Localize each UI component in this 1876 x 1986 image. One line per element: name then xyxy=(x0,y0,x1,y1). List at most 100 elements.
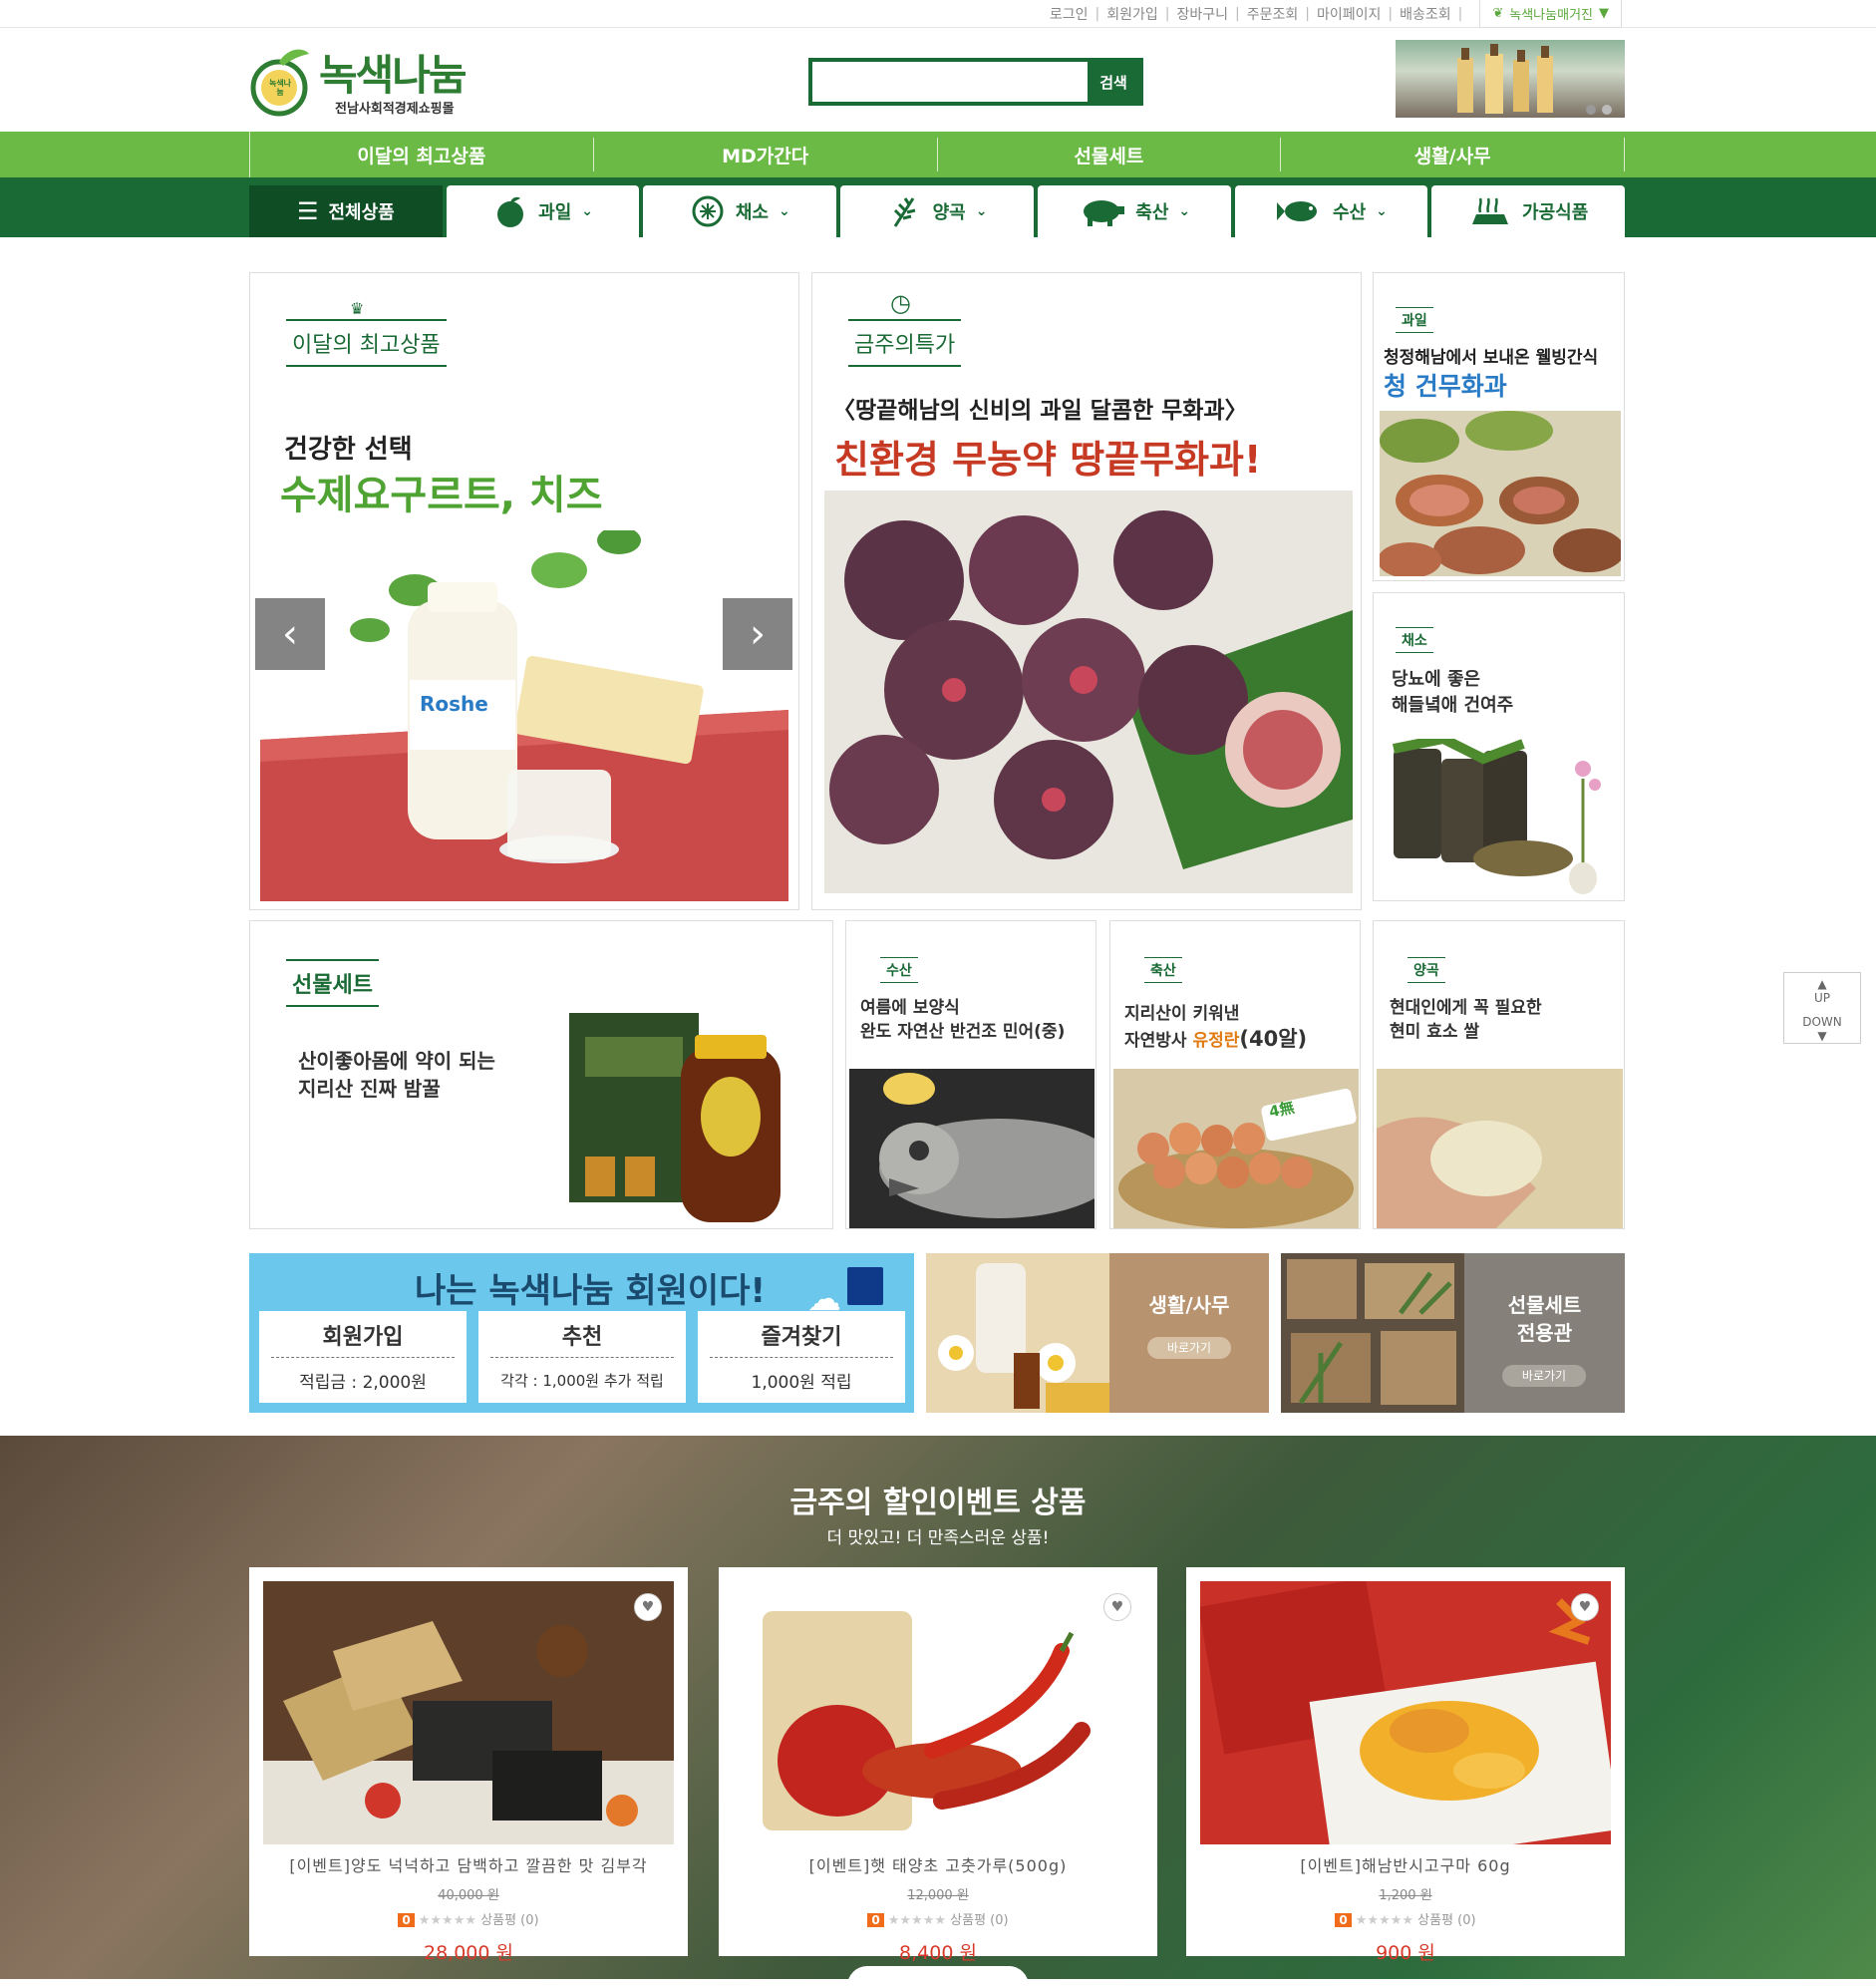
gift-shop-banner[interactable]: 선물세트 전용관 바로가기 xyxy=(1281,1253,1625,1413)
magazine-dropdown[interactable]: ❦ 녹색나눔매거진 ▼ xyxy=(1479,0,1622,28)
promo-line2: 친환경 무농약 땅끝무화과! xyxy=(834,438,1262,482)
original-price: 1,200 원 xyxy=(1379,1888,1432,1903)
nav-md-goes[interactable]: MD가간다 xyxy=(594,138,938,171)
promo-line2-prefix: 자연방사 xyxy=(1124,1031,1193,1051)
header-promo-banner[interactable] xyxy=(1396,40,1625,118)
review-row: 0 ★★★★★ 상품평 (0) xyxy=(733,1909,1143,1928)
product-image-sweet-potato: ♥ xyxy=(1200,1581,1611,1844)
go-button[interactable]: 바로가기 xyxy=(1147,1337,1231,1359)
member-benefit-banner[interactable]: 나는 녹색나눔 회원이다! ☁ 회원가입 적립금 : 2,000원 추천 각각 … xyxy=(249,1253,914,1413)
living-office-banner[interactable]: 생활/사무 바로가기 xyxy=(926,1253,1269,1413)
login-link[interactable]: 로그인 xyxy=(1050,4,1089,24)
tab-grain[interactable]: 양곡 ⌄ xyxy=(840,185,1034,237)
go-button[interactable]: 바로가기 xyxy=(1502,1365,1586,1387)
tab-fruit[interactable]: 과일 ⌄ xyxy=(446,185,640,237)
category-tag: 수산 xyxy=(880,957,918,983)
product-image-seaweed-bugak: ♥ xyxy=(263,1581,674,1844)
benefit-desc: 1,000원 적립 xyxy=(751,1373,852,1393)
rating-zero-badge: 0 xyxy=(398,1913,415,1927)
prev-slide-button[interactable]: ‹ xyxy=(255,598,325,670)
tab-seafood[interactable]: 수산 ⌄ xyxy=(1234,185,1428,237)
promo-line1: 청정해남에서 보내온 웰빙간식 xyxy=(1384,348,1599,368)
tab-processed-food[interactable]: 가공식품 xyxy=(1431,185,1626,237)
heart-icon[interactable]: ♥ xyxy=(1103,1593,1131,1621)
croaker-fish-card[interactable]: 수산 여름에 보양식 완도 자연산 반건조 민어(중) xyxy=(845,920,1096,1229)
order-lookup-link[interactable]: 주문조회 xyxy=(1247,4,1299,24)
bitter-melon-card[interactable]: 채소 당뇨에 좋은 해들녘애 건여주 xyxy=(1373,592,1625,901)
bookmark-benefit-box[interactable]: 즐겨찾기 1,000원 적립 xyxy=(698,1311,905,1403)
dried-fig-card[interactable]: 과일 청정해남에서 보내온 웰빙간식 청 건무화과 xyxy=(1373,272,1625,581)
menu-icon: ☰ xyxy=(296,197,319,225)
heart-icon[interactable]: ♥ xyxy=(1571,1593,1599,1621)
signup-benefit-box[interactable]: 회원가입 적립금 : 2,000원 xyxy=(259,1311,467,1403)
section-title: 금주의특가 xyxy=(848,319,962,367)
product-name[interactable]: [이벤트]해남반시고구마 60g xyxy=(1200,1852,1611,1876)
brown-rice-card[interactable]: 양곡 현대인에게 꼭 필요한 현미 효소 쌀 xyxy=(1373,920,1625,1229)
fish-icon xyxy=(1277,201,1318,221)
site-logo[interactable]: 녹색나눔 녹색나눔 전남사회적경제쇼핑몰 xyxy=(249,40,488,120)
next-slide-button[interactable]: › xyxy=(723,598,792,670)
promo-line2: 자연방사 유정란(40알) xyxy=(1124,1023,1307,1053)
nav-best-of-month[interactable]: 이달의 최고상품 xyxy=(250,138,594,171)
signup-link[interactable]: 회원가입 xyxy=(1106,4,1158,24)
sale-price: 900 원 xyxy=(1376,1942,1435,1964)
best-of-month-card[interactable]: ♛ 이달의 최고상품 건강한 선택 수제요구르트, 치즈 Roshe ‹ › xyxy=(249,272,799,910)
caret-up-icon[interactable]: ▲ xyxy=(1784,977,1860,991)
site-header: 녹색나눔 녹색나눔 전남사회적경제쇼핑몰 검색 xyxy=(0,28,1876,132)
chevron-down-icon: ⌄ xyxy=(1178,203,1191,219)
fig-image xyxy=(824,491,1353,893)
eggs-card[interactable]: 축산 지리산이 키워낸 자연방사 유정란(40알) 4無 xyxy=(1109,920,1361,1229)
chevron-down-icon: ⌄ xyxy=(1376,203,1388,219)
mypage-link[interactable]: 마이페이지 xyxy=(1317,4,1381,24)
promo-line2: 청 건무화과 xyxy=(1384,372,1507,401)
down-button[interactable]: DOWN xyxy=(1784,1015,1860,1029)
bitter-melon-image xyxy=(1384,739,1623,898)
bottle-label: Roshe xyxy=(420,692,488,716)
chevron-down-icon: ⌄ xyxy=(975,203,988,219)
product-card[interactable]: ♥ [이벤트]해남반시고구마 60g 1,200 원 0 ★★★★★ 상품평 (0… xyxy=(1186,1567,1625,1964)
tab-label: 축산 xyxy=(1135,202,1169,223)
review-count: 상품평 (0) xyxy=(950,1913,1009,1928)
tab-label: 수산 xyxy=(1333,202,1367,223)
nav-living-office[interactable]: 생활/사무 xyxy=(1281,138,1625,171)
product-name[interactable]: [이벤트]양도 넉넉하고 담백하고 깔끔한 맛 김부각 xyxy=(263,1852,674,1876)
review-row: 0 ★★★★★ 상품평 (0) xyxy=(263,1909,674,1928)
benefit-title: 추천 xyxy=(490,1319,674,1358)
more-button[interactable] xyxy=(847,1966,1029,1986)
product-name[interactable]: [이벤트]햇 태양초 고춧가루(500g) xyxy=(733,1852,1143,1876)
product-card[interactable]: ♥ [이벤트]햇 태양초 고춧가루(500g) 12,000 원 0 ★★★★★ … xyxy=(719,1567,1157,1964)
caret-down-icon: ▼ xyxy=(1599,6,1609,21)
search-button[interactable]: 검색 xyxy=(1088,62,1139,102)
recommend-benefit-box[interactable]: 추천 각각 : 1,000원 추가 적립 xyxy=(478,1311,686,1403)
tab-all-products[interactable]: ☰ 전체상품 xyxy=(249,185,443,237)
category-tag: 양곡 xyxy=(1407,957,1445,983)
delivery-lookup-link[interactable]: 배송조회 xyxy=(1400,4,1451,24)
star-rating-icon: ★★★★★ xyxy=(1355,1913,1414,1928)
nav-gift-set[interactable]: 선물세트 xyxy=(938,138,1282,171)
product-image-red-pepper-powder: ♥ xyxy=(733,1581,1143,1844)
promo-line1: 〈땅끝해남의 신비의 과일 달콤한 무화과〉 xyxy=(832,398,1248,424)
rating-zero-badge: 0 xyxy=(1335,1913,1352,1927)
weekly-special-card[interactable]: ◷ 금주의특가 〈땅끝해남의 신비의 과일 달콤한 무화과〉 친환경 무농약 땅… xyxy=(811,272,1362,910)
review-count: 상품평 (0) xyxy=(1417,1913,1476,1928)
tab-livestock[interactable]: 축산 ⌄ xyxy=(1037,185,1231,237)
heart-icon[interactable]: ♥ xyxy=(634,1593,662,1621)
category-tag: 축산 xyxy=(1144,957,1182,983)
search-input[interactable] xyxy=(818,66,1078,98)
up-button[interactable]: UP xyxy=(1784,991,1860,1005)
review-count: 상품평 (0) xyxy=(480,1913,539,1928)
section-title: 이달의 최고상품 xyxy=(286,319,447,367)
rice-image xyxy=(1377,1069,1623,1228)
gift-set-card[interactable]: 선물세트 산이좋아몸에 약이 되는 지리산 진짜 밤꿀 xyxy=(249,920,833,1229)
product-card[interactable]: ♥ [이벤트]양도 넉넉하고 담백하고 깔끔한 맛 김부각 40,000 원 0… xyxy=(249,1567,688,1964)
promo-line1: 여름에 보양식 xyxy=(860,998,960,1018)
promo-line2: 수제요구르트, 치즈 xyxy=(280,473,603,518)
pig-icon xyxy=(1084,200,1125,226)
sale-price: 8,400 원 xyxy=(899,1942,977,1964)
primary-nav: 이달의 최고상품 MD가간다 선물세트 생활/사무 xyxy=(0,132,1876,177)
caret-down-icon[interactable]: ▼ xyxy=(1784,1029,1860,1043)
cart-link[interactable]: 장바구니 xyxy=(1176,4,1228,24)
tab-vegetable[interactable]: 채소 ⌄ xyxy=(643,185,837,237)
promo-line2: 해들녘애 건여주 xyxy=(1392,695,1514,716)
member-headline: 나는 녹색나눔 회원이다! xyxy=(415,1271,766,1311)
